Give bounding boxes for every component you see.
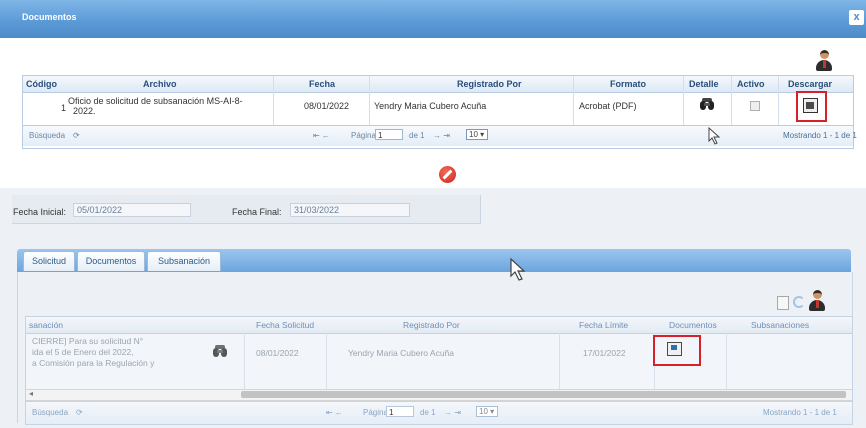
fecha-inicial-label: Fecha Inicial: — [13, 207, 67, 217]
pager-nav-prev[interactable]: ⇤ ← — [313, 131, 330, 140]
cell-desc-line3: a Comisión para la Regulación y — [32, 358, 155, 368]
col-codigo[interactable]: Código — [26, 79, 57, 89]
close-button[interactable]: x — [849, 10, 864, 25]
cell-fecha-solicitud: 08/01/2022 — [256, 348, 299, 358]
fecha-final-label: Fecha Final: — [232, 207, 282, 217]
pager-nav-next[interactable]: → ⇥ — [433, 131, 450, 140]
cell-desc-line1: CIERRE] Para su solicitud N° — [32, 336, 144, 346]
cell-formato: Acrobat (PDF) — [579, 101, 637, 111]
cell-archivo-line1: Oficio de solicitud de subsanación MS-AI… — [68, 96, 243, 106]
requests-grid: sanación Fecha Solicitud Registrado Por … — [25, 316, 853, 425]
download-icon[interactable] — [667, 342, 682, 356]
modal-header — [0, 0, 866, 38]
requests-grid-header: sanación Fecha Solicitud Registrado Por … — [26, 317, 852, 334]
page-label: Página — [363, 408, 388, 417]
user-icon[interactable] — [808, 290, 826, 312]
tab-subsanacion[interactable]: Subsanación — [147, 251, 221, 271]
col-activo[interactable]: Activo — [737, 79, 765, 89]
requests-pager: Búsqueda ⟳ ⇤ ← Página 1 de 1 → ⇥ 10 ▾ Mo… — [26, 401, 852, 424]
page-input[interactable]: 1 — [386, 406, 414, 417]
cell-registrado-por: Yendry Maria Cubero Acuña — [374, 101, 487, 111]
cell-codigo: 1 — [61, 103, 67, 113]
refresh-icon[interactable]: ⟳ — [76, 408, 83, 417]
refresh-icon[interactable]: ⟳ — [73, 131, 80, 140]
cell-registrado-por: Yendry Maria Cubero Acuña — [348, 348, 455, 358]
documents-pager: Búsqueda ⟳ ⇤ ← Página 1 de 1 → ⇥ 10 ▾ Mo… — [23, 125, 857, 146]
pager-nav-prev[interactable]: ⇤ ← — [326, 408, 343, 417]
modal-title: Documentos — [22, 12, 77, 22]
cell-fecha-limite: 17/01/2022 — [583, 348, 626, 358]
cell-fecha: 08/01/2022 — [304, 101, 350, 111]
refresh-icon[interactable] — [793, 296, 805, 308]
page-of-label: de 1 — [409, 131, 425, 140]
tab-documentos[interactable]: Documentos — [77, 251, 145, 271]
cancel-icon[interactable] — [439, 166, 456, 183]
download-icon[interactable] — [803, 98, 818, 113]
col-documentos[interactable]: Documentos — [669, 320, 717, 330]
col-detalle[interactable]: Detalle — [689, 79, 719, 89]
col-registrado-por[interactable]: Registrado Por — [457, 79, 522, 89]
page-icon[interactable] — [777, 296, 789, 310]
col-descargar[interactable]: Descargar — [788, 79, 832, 89]
scrollbar-thumb[interactable] — [241, 391, 846, 398]
activo-checkbox[interactable] — [750, 101, 760, 111]
col-fecha-limite[interactable]: Fecha Límite — [579, 320, 628, 330]
documents-grid-header: Código Archivo Fecha Registrado Por Form… — [23, 76, 853, 93]
horizontal-scrollbar[interactable]: ◂ — [26, 389, 852, 401]
fecha-final-field[interactable]: 31/03/2022 — [290, 203, 410, 217]
scroll-left-arrow[interactable]: ◂ — [29, 389, 33, 398]
page-size-select[interactable]: 10 ▾ — [476, 406, 498, 417]
page-of-label: de 1 — [420, 408, 436, 417]
tab-strip: Solicitud Documentos Subsanación — [17, 249, 851, 272]
binoculars-icon[interactable] — [212, 345, 228, 358]
binoculars-icon[interactable] — [699, 98, 715, 111]
col-fecha-solicitud[interactable]: Fecha Solicitud — [256, 320, 314, 330]
user-icon[interactable] — [815, 50, 833, 72]
col-subsanacion[interactable]: sanación — [29, 320, 63, 330]
col-formato[interactable]: Formato — [610, 79, 646, 89]
page-size-select[interactable]: 10 ▾ — [466, 129, 488, 140]
pager-showing: Mostrando 1 - 1 de 1 — [783, 131, 857, 140]
documents-grid: Código Archivo Fecha Registrado Por Form… — [22, 75, 857, 149]
pager-showing: Mostrando 1 - 1 de 1 — [763, 408, 837, 417]
cell-archivo-line2: 2022. — [73, 106, 96, 116]
col-subsanaciones[interactable]: Subsanaciones — [751, 320, 809, 330]
fecha-inicial-field[interactable]: 05/01/2022 — [73, 203, 191, 217]
col-registrado-por[interactable]: Registrado Por — [403, 320, 460, 330]
page-input[interactable]: 1 — [375, 129, 403, 140]
col-archivo[interactable]: Archivo — [143, 79, 177, 89]
page-label: Página — [351, 131, 376, 140]
pager-nav-next[interactable]: → ⇥ — [444, 408, 461, 417]
search-button[interactable]: Búsqueda — [32, 408, 68, 417]
col-fecha[interactable]: Fecha — [309, 79, 335, 89]
search-button[interactable]: Búsqueda — [29, 131, 65, 140]
tab-solicitud[interactable]: Solicitud — [23, 251, 75, 271]
cell-desc-line2: ida el 5 de Enero del 2022, — [32, 347, 134, 357]
